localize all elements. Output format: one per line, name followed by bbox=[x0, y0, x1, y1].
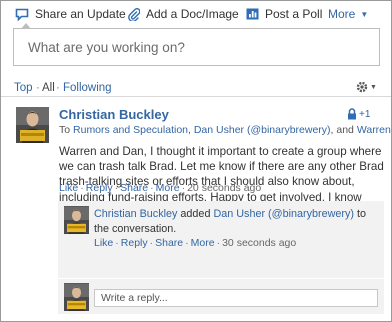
share-link[interactable]: Share bbox=[120, 182, 148, 194]
recipient-link-group[interactable]: Rumors and Speculation bbox=[73, 124, 188, 136]
activity-verb: added bbox=[180, 208, 211, 220]
recipient-link-dan[interactable]: Dan Usher (@binarybrewery) bbox=[194, 124, 331, 136]
activity-timestamp: 30 seconds ago bbox=[222, 237, 297, 249]
update-input[interactable] bbox=[14, 29, 379, 65]
recipient-separator: , and bbox=[330, 124, 357, 136]
chevron-down-icon: ▼ bbox=[370, 83, 377, 91]
nested-activity: Christian Buckley added Dan Usher (@bina… bbox=[58, 201, 384, 278]
tab-add-doc-image-label: Add a Doc/Image bbox=[146, 7, 239, 21]
avatar bbox=[64, 283, 89, 311]
tab-share-update[interactable]: Share an Update bbox=[15, 7, 126, 29]
tab-post-poll-label: Post a Poll bbox=[265, 7, 323, 21]
avatar[interactable] bbox=[64, 206, 89, 234]
chevron-down-icon: ▼ bbox=[360, 9, 369, 19]
action-separator: · bbox=[181, 182, 186, 194]
post-author-link[interactable]: Christian Buckley bbox=[59, 107, 169, 122]
avatar[interactable] bbox=[16, 107, 49, 143]
activity-actions: Like · Reply · Share · More · 30 seconds ago bbox=[94, 237, 296, 249]
more-link[interactable]: More bbox=[156, 182, 180, 194]
to-prefix: To bbox=[59, 124, 71, 136]
filter-all[interactable]: All bbox=[42, 82, 55, 94]
composer-box bbox=[13, 28, 380, 66]
participant-count-badge: +1 bbox=[359, 108, 371, 120]
action-separator: · bbox=[114, 182, 119, 194]
reply-input[interactable] bbox=[94, 289, 378, 307]
gear-icon bbox=[356, 81, 368, 93]
action-separator: · bbox=[185, 237, 189, 249]
tab-post-poll[interactable]: Post a Poll bbox=[246, 7, 322, 21]
reply-link[interactable]: Reply bbox=[121, 237, 148, 249]
activity-target-link[interactable]: Dan Usher (@binarybrewery) bbox=[213, 208, 354, 220]
poll-icon bbox=[246, 8, 259, 20]
author-photo-icon bbox=[64, 206, 89, 234]
filter-separator: · bbox=[56, 82, 60, 94]
yammer-feed-panel: Share an Update Add a Doc/Image Post a P… bbox=[0, 0, 392, 322]
activity-text: Christian Buckley added Dan Usher (@bina… bbox=[94, 207, 379, 236]
post-actions: Like · Reply · Share · More · 20 seconds ago bbox=[59, 182, 261, 194]
paperclip-icon bbox=[128, 7, 140, 21]
action-separator: · bbox=[80, 182, 84, 194]
filter-following[interactable]: Following bbox=[63, 82, 112, 94]
action-separator: · bbox=[115, 237, 119, 249]
like-link[interactable]: Like bbox=[94, 237, 113, 249]
tab-more-label: More bbox=[328, 7, 356, 21]
tab-share-update-label: Share an Update bbox=[35, 7, 126, 21]
author-photo-icon bbox=[16, 107, 49, 143]
more-link[interactable]: More bbox=[191, 237, 215, 249]
like-link[interactable]: Like bbox=[59, 182, 78, 194]
post-timestamp: 20 seconds ago bbox=[187, 182, 262, 194]
reply-composer bbox=[58, 279, 384, 314]
filter-top[interactable]: Top bbox=[14, 82, 33, 94]
filter-separator: · bbox=[36, 82, 40, 94]
reply-link[interactable]: Reply bbox=[86, 182, 113, 194]
recipient-link-warren[interactable]: Warren Marks bbox=[357, 124, 391, 136]
action-separator: · bbox=[216, 237, 221, 249]
tab-more[interactable]: More ▼ bbox=[328, 7, 368, 21]
action-separator: · bbox=[150, 182, 154, 194]
publisher-tabs: Share an Update Add a Doc/Image Post a P… bbox=[1, 1, 391, 29]
lock-icon bbox=[348, 108, 356, 120]
share-link[interactable]: Share bbox=[155, 237, 183, 249]
feed-settings-menu[interactable]: ▼ bbox=[356, 81, 377, 93]
tab-add-doc-image[interactable]: Add a Doc/Image bbox=[128, 7, 239, 21]
speech-bubble-icon bbox=[15, 8, 29, 21]
private-group-indicator[interactable]: +1 bbox=[347, 108, 370, 120]
activity-actor-link[interactable]: Christian Buckley bbox=[94, 208, 177, 220]
action-separator: · bbox=[149, 237, 154, 249]
author-photo-icon bbox=[64, 283, 89, 311]
recipient-line: To Rumors and Speculation, Dan Usher (@b… bbox=[59, 124, 391, 136]
divider bbox=[1, 96, 391, 97]
